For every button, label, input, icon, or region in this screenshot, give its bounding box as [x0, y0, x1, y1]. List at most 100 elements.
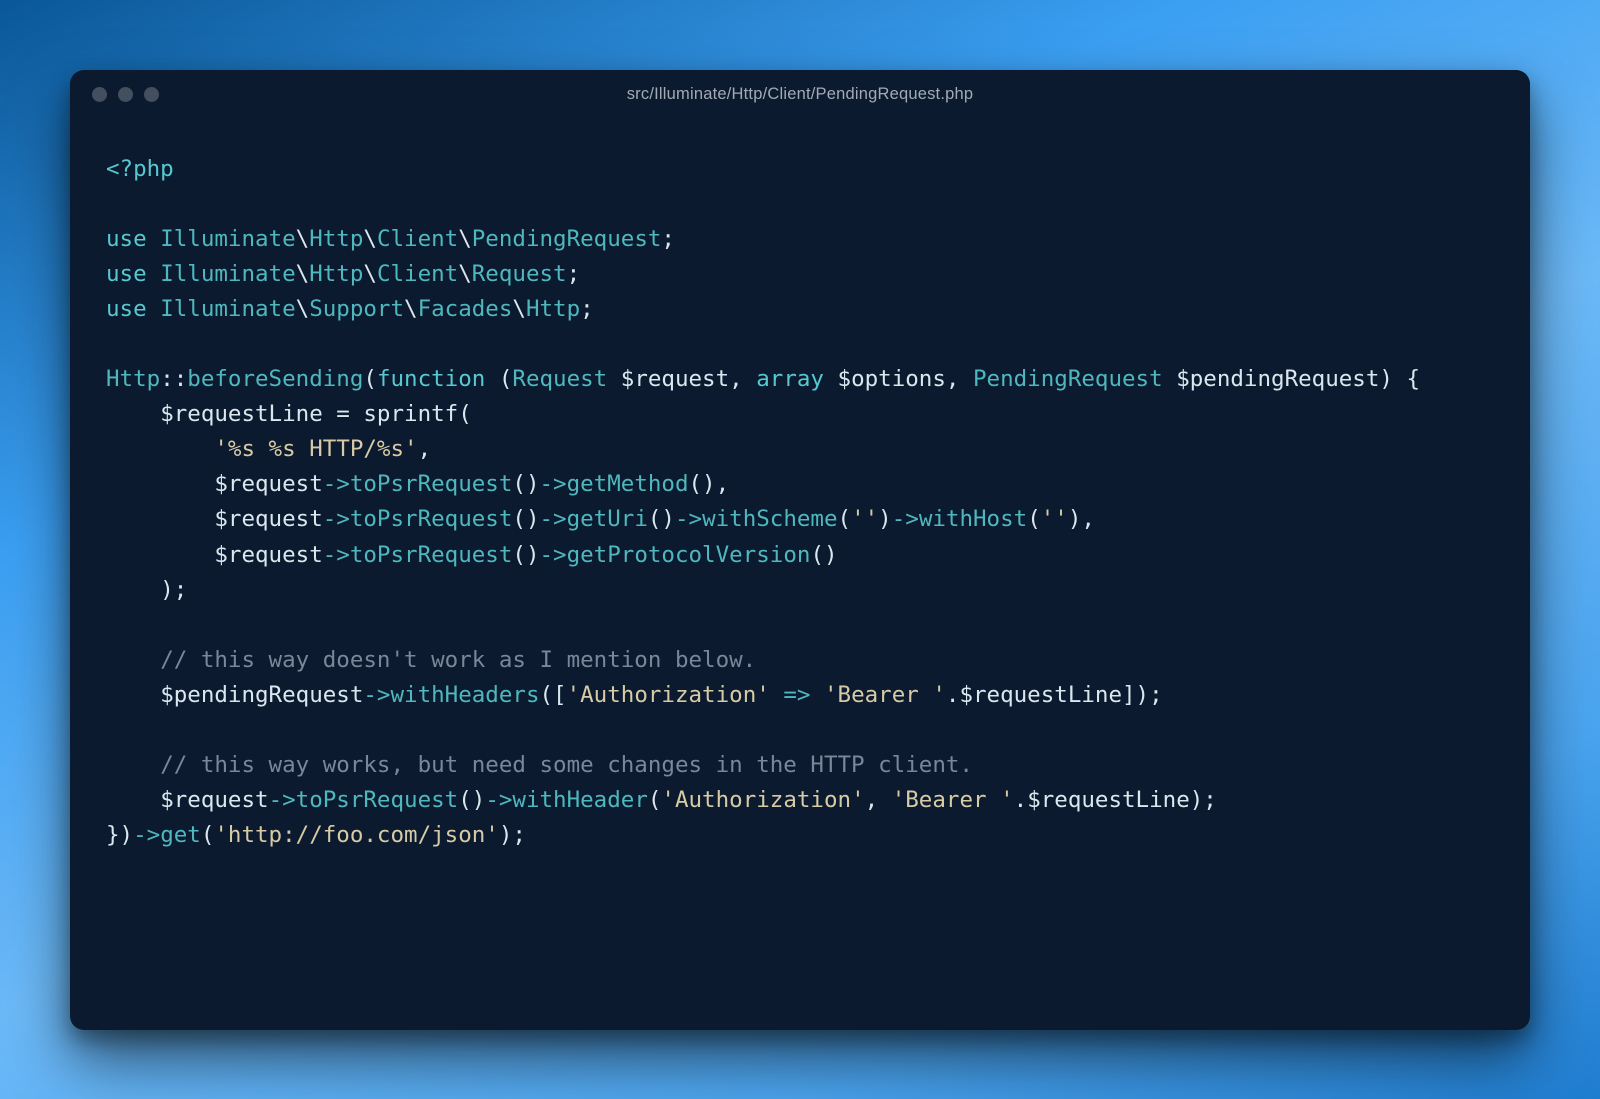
code-token: \: [296, 226, 310, 252]
code-token: (): [512, 542, 539, 568]
code-token: (: [363, 366, 377, 392]
minimize-icon[interactable]: [118, 87, 133, 102]
code-token: [106, 682, 160, 708]
code-token: toPsrRequest: [350, 506, 513, 532]
code-token: $pendingRequest: [160, 682, 363, 708]
code-token: [147, 261, 161, 287]
code-token: }): [106, 822, 133, 848]
code-token: Client: [377, 261, 458, 287]
code-token: toPsrRequest: [350, 542, 513, 568]
code-token: [106, 436, 214, 462]
code-token: [106, 787, 160, 813]
code-token: ->: [540, 471, 567, 497]
code-token: (: [1027, 506, 1041, 532]
code-token: ,: [946, 366, 973, 392]
code-token: ,: [729, 366, 756, 392]
code-token: \: [458, 261, 472, 287]
code-token: Http: [309, 226, 363, 252]
code-token: (: [201, 822, 215, 848]
code-token: =: [323, 401, 364, 427]
code-token: ),: [1068, 506, 1095, 532]
code-token: 'Bearer ': [824, 682, 946, 708]
code-token: \: [296, 296, 310, 322]
code-token: $request: [160, 787, 268, 813]
code-token: 'Bearer ': [892, 787, 1014, 813]
code-token: (): [512, 506, 539, 532]
code-token: PendingRequest: [973, 366, 1163, 392]
code-token: =>: [783, 682, 810, 708]
code-token: (): [458, 787, 485, 813]
code-token: 'Authorization': [567, 682, 770, 708]
code-token: \: [512, 296, 526, 322]
code-token: ->: [323, 471, 350, 497]
code-token: [770, 682, 784, 708]
zoom-icon[interactable]: [144, 87, 159, 102]
code-token: $request: [621, 366, 729, 392]
code-token: ->: [323, 506, 350, 532]
code-token: 'http://foo.com/json': [214, 822, 498, 848]
code-token: \: [458, 226, 472, 252]
code-token: getMethod: [567, 471, 689, 497]
code-token: [106, 542, 214, 568]
code-token: 'Authorization': [661, 787, 864, 813]
code-token: $request: [214, 471, 322, 497]
code-token: getProtocolVersion: [567, 542, 811, 568]
code-token: ): [878, 506, 892, 532]
code-token: ([: [540, 682, 567, 708]
close-icon[interactable]: [92, 87, 107, 102]
code-token: Http: [106, 366, 160, 392]
code-token: withHost: [919, 506, 1027, 532]
code-token: // this way works, but need some changes…: [160, 752, 973, 778]
code-token: ->: [540, 542, 567, 568]
code-token: ;: [580, 296, 594, 322]
code-token: '%s %s HTTP/%s': [214, 436, 417, 462]
code-content: <?php use Illuminate\Http\Client\Pending…: [106, 152, 1494, 854]
code-token: '': [1041, 506, 1068, 532]
code-token: get: [160, 822, 201, 848]
code-token: $requestLine: [959, 682, 1122, 708]
code-token: ->: [323, 542, 350, 568]
code-token: \: [363, 226, 377, 252]
code-token: use: [106, 261, 147, 287]
code-token: [106, 647, 160, 673]
code-window: src/Illuminate/Http/Client/PendingReques…: [70, 70, 1530, 1030]
code-token: \: [296, 261, 310, 287]
code-editor[interactable]: <?php use Illuminate\Http\Client\Pending…: [70, 120, 1530, 1030]
code-token: \: [404, 296, 418, 322]
code-token: (): [810, 542, 837, 568]
code-token: ) {: [1379, 366, 1420, 392]
code-token: ]);: [1122, 682, 1163, 708]
code-token: ;: [661, 226, 675, 252]
code-token: array: [756, 366, 824, 392]
code-token: ->: [363, 682, 390, 708]
code-token: Client: [377, 226, 458, 252]
code-token: (): [512, 471, 539, 497]
code-token: function: [377, 366, 485, 392]
window-title: src/Illuminate/Http/Client/PendingReques…: [70, 85, 1530, 104]
code-token: ->: [675, 506, 702, 532]
code-token: $requestLine: [1027, 787, 1190, 813]
code-token: [106, 471, 214, 497]
window-controls: [92, 87, 159, 102]
code-token: Http: [526, 296, 580, 322]
code-token: ::: [160, 366, 187, 392]
code-token: PendingRequest: [472, 226, 662, 252]
code-token: sprintf: [363, 401, 458, 427]
code-token: ->: [269, 787, 296, 813]
code-token: ->: [133, 822, 160, 848]
code-token: Request: [512, 366, 607, 392]
code-token: ->: [485, 787, 512, 813]
code-token: $options: [838, 366, 946, 392]
code-token: \: [363, 261, 377, 287]
code-token: Illuminate: [160, 296, 295, 322]
code-token: $requestLine: [160, 401, 323, 427]
code-token: withScheme: [702, 506, 837, 532]
code-token: Illuminate: [160, 226, 295, 252]
code-token: );: [1190, 787, 1217, 813]
window-titlebar: src/Illuminate/Http/Client/PendingReques…: [70, 70, 1530, 120]
code-token: Support: [309, 296, 404, 322]
code-token: Http: [309, 261, 363, 287]
code-token: );: [106, 577, 187, 603]
code-token: (: [485, 366, 512, 392]
code-token: withHeader: [512, 787, 647, 813]
